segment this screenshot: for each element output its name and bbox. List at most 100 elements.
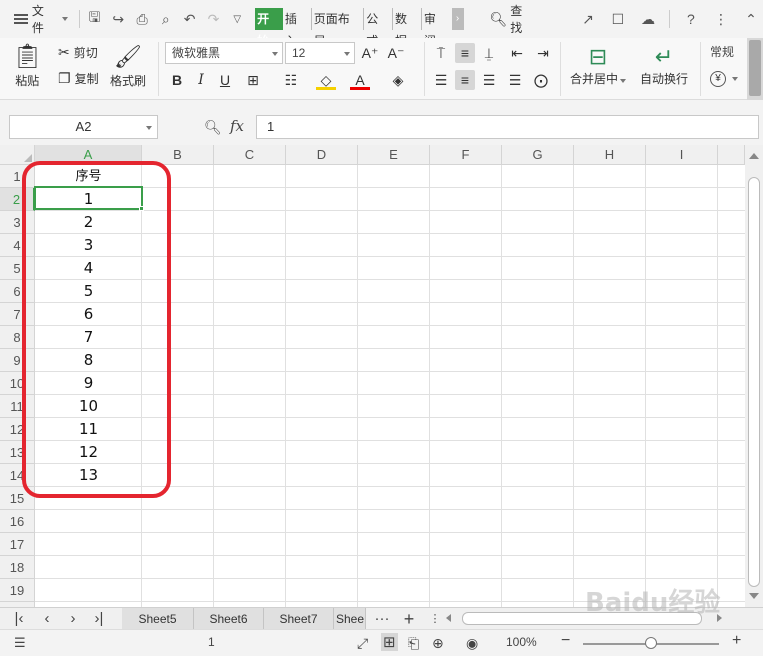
search-button[interactable]: 🔍︎ 查找 xyxy=(490,2,534,36)
zoom-slider-handle[interactable] xyxy=(645,637,657,649)
more-tabs-button[interactable]: › xyxy=(451,8,464,30)
format-painter-button[interactable]: 🖌︎ 格式刷 xyxy=(110,44,146,89)
increase-font-icon[interactable]: A⁺ xyxy=(360,43,380,63)
formula-input[interactable]: 1 xyxy=(256,115,759,139)
scroll-up-icon[interactable] xyxy=(749,153,759,159)
tab-page-layout[interactable]: 页面布局 xyxy=(312,8,365,48)
collaborate-icon[interactable]: ☐ xyxy=(606,7,630,31)
underline-icon[interactable]: U xyxy=(215,70,235,90)
ribbon-scrollbar[interactable] xyxy=(747,38,763,100)
scroll-thumb[interactable] xyxy=(748,177,760,587)
collapse-ribbon-icon[interactable]: ⌃ xyxy=(739,7,763,31)
more-options-icon[interactable]: ⋮ xyxy=(424,608,446,630)
paste-label: 粘贴 xyxy=(15,74,40,88)
cloud-icon[interactable]: ☁ xyxy=(636,7,660,31)
align-bottom-icon[interactable]: ⍊ xyxy=(479,43,499,63)
italic-icon[interactable]: I xyxy=(191,70,211,90)
next-sheet-icon[interactable]: › xyxy=(62,608,84,630)
tab-insert[interactable]: 插入 xyxy=(283,8,312,48)
number-format-select[interactable]: 常规 xyxy=(706,42,747,64)
align-top-icon[interactable]: ⍑ xyxy=(431,43,451,63)
sheet-tab-sheet7[interactable]: Sheet7 xyxy=(264,608,334,630)
export-pdf-icon[interactable]: ↪ xyxy=(106,7,130,31)
column-header-c[interactable]: C xyxy=(214,145,286,165)
customize-toolbar-icon[interactable]: ▽ xyxy=(225,7,249,31)
column-header-h[interactable]: H xyxy=(574,145,646,165)
fill-color-icon[interactable]: ◇ xyxy=(316,70,336,90)
spreadsheet-grid[interactable]: ABCDEFGHI1234567891011121314151617181920… xyxy=(0,145,745,607)
cut-button[interactable]: ✂ 剪切 xyxy=(58,44,98,61)
align-middle-icon[interactable]: ≡ xyxy=(455,43,475,63)
reading-layout-icon[interactable]: ⊕ xyxy=(432,635,444,652)
save-icon[interactable]: 🖫 xyxy=(83,7,107,31)
cell-mode-icon[interactable]: ☰ xyxy=(14,635,26,651)
fill-pattern-icon[interactable]: ☷ xyxy=(281,70,301,90)
scroll-thumb[interactable] xyxy=(749,40,761,96)
paste-button[interactable]: 📋︎ 粘贴 xyxy=(12,44,42,89)
row-header-17[interactable]: 17 xyxy=(0,533,35,556)
last-sheet-icon[interactable]: ›| xyxy=(88,608,110,630)
decrease-font-icon[interactable]: A⁻ xyxy=(386,43,406,63)
distributed-align-icon[interactable]: ⨀ xyxy=(531,70,551,90)
insert-function-button[interactable]: fx xyxy=(230,117,244,135)
align-right-icon[interactable]: ☰ xyxy=(479,70,499,90)
font-color-icon[interactable]: A xyxy=(350,70,370,90)
wrap-text-button[interactable]: ↵ 自动换行 xyxy=(640,44,688,87)
column-header-g[interactable]: G xyxy=(502,145,574,165)
row-header-19[interactable]: 19 xyxy=(0,579,35,602)
column-header-d[interactable]: D xyxy=(286,145,358,165)
increase-indent-icon[interactable]: ⇥ xyxy=(533,43,553,63)
more-sheets-button[interactable]: ··· xyxy=(371,608,393,630)
vertical-scrollbar[interactable] xyxy=(745,145,763,607)
copy-button[interactable]: ❐ 复制 xyxy=(58,70,99,87)
borders-icon[interactable]: ⊞ xyxy=(243,70,263,90)
scroll-left-icon[interactable] xyxy=(446,614,451,622)
sheet-tab-sheet6[interactable]: Sheet6 xyxy=(194,608,264,630)
eye-protection-icon[interactable]: ◉ xyxy=(466,635,478,652)
justify-icon[interactable]: ☰ xyxy=(505,70,525,90)
tab-home[interactable]: 开始 xyxy=(255,8,283,48)
zoom-formula-icon[interactable]: 🔍︎ xyxy=(204,119,222,136)
font-name-select[interactable]: 微软雅黑 xyxy=(165,42,283,64)
decrease-indent-icon[interactable]: ⇤ xyxy=(507,43,527,63)
align-center-icon[interactable]: ≡ xyxy=(455,70,475,90)
column-header-e[interactable]: E xyxy=(358,145,430,165)
file-menu[interactable]: 文件 xyxy=(0,0,76,38)
merge-center-button[interactable]: ⊟ 合并居中 xyxy=(570,44,627,87)
column-header-i[interactable]: I xyxy=(646,145,718,165)
row-header-16[interactable]: 16 xyxy=(0,510,35,533)
zoom-out-icon[interactable]: − xyxy=(561,632,570,650)
tab-formulas[interactable]: 公式 xyxy=(364,8,394,48)
print-icon[interactable]: ⎙ xyxy=(130,7,154,31)
clear-format-icon[interactable]: ◈ xyxy=(388,70,408,90)
wrap-text-label: 自动换行 xyxy=(640,72,689,86)
name-box[interactable]: A2 xyxy=(9,115,158,139)
zoom-in-icon[interactable]: + xyxy=(732,632,741,650)
redo-icon[interactable]: ↷ xyxy=(202,7,226,31)
add-sheet-button[interactable]: + xyxy=(398,608,420,630)
normal-view-icon[interactable]: ⊞ xyxy=(381,633,398,651)
currency-format-button[interactable]: ¥ xyxy=(710,71,738,87)
help-icon[interactable]: ? xyxy=(679,7,703,31)
undo-icon[interactable]: ↶ xyxy=(178,7,202,31)
prev-sheet-icon[interactable]: ‹ xyxy=(36,608,58,630)
bold-icon[interactable]: B xyxy=(167,70,187,90)
font-size-select[interactable]: 12 xyxy=(285,42,355,64)
sheet-tab-sheet8[interactable]: Shee xyxy=(334,608,366,630)
share-icon[interactable]: ↗ xyxy=(576,7,600,31)
print-preview-icon[interactable]: ⌕ xyxy=(154,7,178,31)
first-sheet-icon[interactable]: |‹ xyxy=(8,608,30,630)
column-header-f[interactable]: F xyxy=(430,145,502,165)
sheet-tab-sheet5[interactable]: Sheet5 xyxy=(122,608,194,630)
align-left-icon[interactable]: ☰ xyxy=(431,70,451,90)
row-header-18[interactable]: 18 xyxy=(0,556,35,579)
grid-line xyxy=(429,165,430,607)
fullscreen-icon[interactable]: ⤢ xyxy=(357,635,368,652)
tab-data[interactable]: 数据 xyxy=(393,8,422,48)
zoom-level[interactable]: 100% xyxy=(506,635,537,649)
more-icon[interactable]: ⋮ xyxy=(709,7,733,31)
tab-review[interactable]: 审阅 xyxy=(422,8,450,48)
page-break-view-icon[interactable]: ⎗ xyxy=(408,635,419,652)
select-all-corner[interactable] xyxy=(0,145,35,165)
scroll-down-icon[interactable] xyxy=(749,593,759,599)
